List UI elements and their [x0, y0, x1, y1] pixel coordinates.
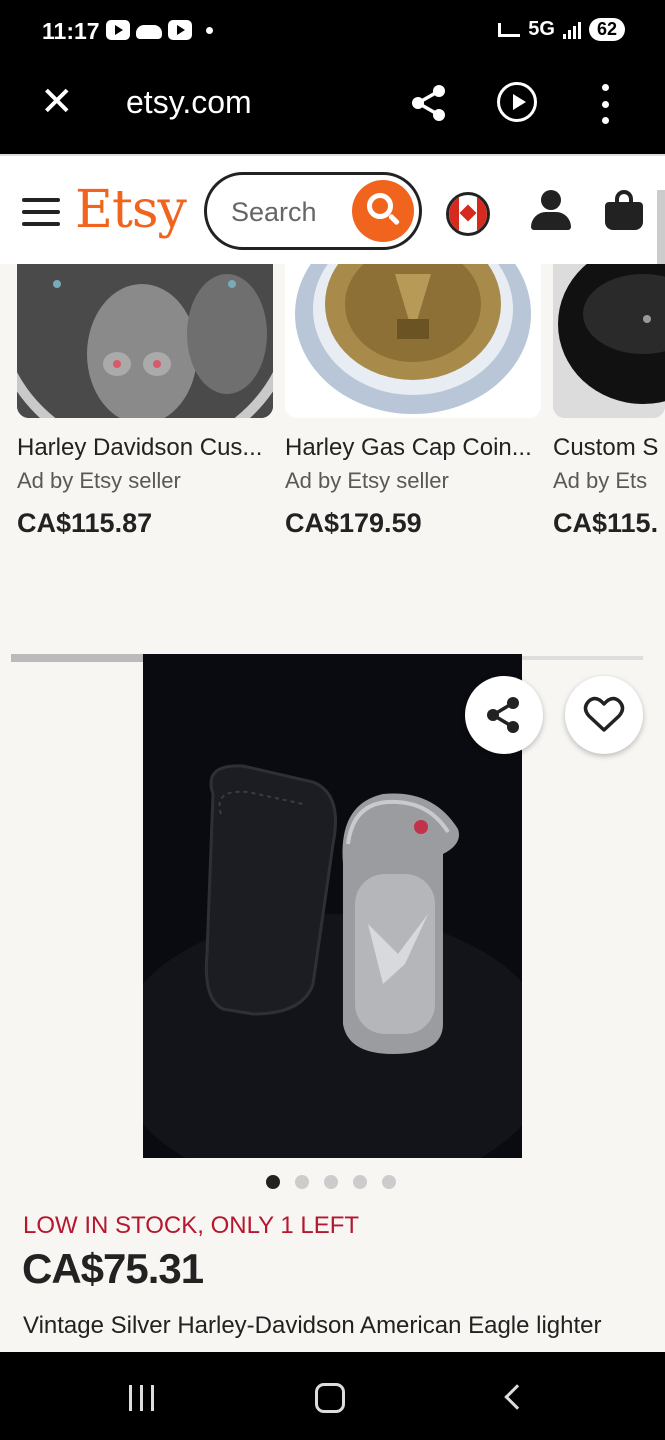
sleep-mode-icon: [498, 22, 521, 37]
pagination-dot[interactable]: [353, 1175, 367, 1189]
product-price: CA$75.31: [22, 1245, 204, 1292]
battery-icon: 62: [588, 18, 625, 41]
ad-carousel[interactable]: Harley Davidson Cus... Ad by Etsy seller…: [0, 264, 665, 554]
card-price: CA$115.87: [17, 508, 153, 538]
product-thumbnail[interactable]: [17, 264, 273, 418]
more-notifications-icon: [206, 26, 213, 34]
youtube-notification-icon: [168, 20, 192, 40]
system-status: 5G 62: [498, 18, 625, 41]
back-button[interactable]: [504, 1384, 530, 1410]
network-type: 5G: [528, 18, 555, 40]
youtube-notification-icon: [106, 20, 130, 40]
status-bar: 11:17 5G 62: [0, 0, 665, 64]
play-icon[interactable]: [497, 82, 537, 122]
canada-flag-icon[interactable]: [446, 192, 490, 236]
card-title: Custom S: [553, 434, 659, 461]
pagination-dot[interactable]: [324, 1175, 338, 1189]
image-pagination[interactable]: [266, 1175, 396, 1189]
system-navigation-bar: [0, 1352, 665, 1440]
cloud-notification-icon: [136, 25, 162, 39]
share-icon: [487, 697, 519, 733]
more-options-icon[interactable]: [598, 84, 612, 124]
card-title: Harley Gas Cap Coin...: [285, 434, 532, 461]
battery-level: 62: [596, 19, 617, 39]
card-title: Harley Davidson Cus...: [17, 434, 263, 461]
status-time: 11:17: [42, 18, 100, 44]
card-ad-label: Ad by Etsy seller: [285, 468, 449, 493]
card-ad-label: Ad by Ets: [553, 468, 648, 493]
etsy-header: Etsy Search: [0, 154, 665, 264]
browser-toolbar: ✕ etsy.com: [0, 64, 665, 154]
stock-notice: LOW IN STOCK, ONLY 1 LEFT: [23, 1212, 360, 1239]
search-placeholder: Search: [231, 197, 317, 227]
search-button[interactable]: [352, 180, 414, 242]
url-text[interactable]: etsy.com: [126, 84, 252, 121]
share-icon[interactable]: [408, 82, 450, 124]
share-button[interactable]: [465, 676, 543, 754]
heart-icon: [583, 696, 625, 732]
pagination-dot[interactable]: [295, 1175, 309, 1189]
product-thumbnail[interactable]: [285, 264, 541, 418]
account-icon[interactable]: [531, 190, 571, 230]
card-ad-label: Ad by Etsy seller: [17, 468, 181, 493]
signal-icon: [562, 21, 581, 39]
etsy-logo[interactable]: Etsy: [75, 180, 187, 240]
pagination-dot[interactable]: [266, 1175, 280, 1189]
product-title: Vintage Silver Harley-Davidson American …: [23, 1312, 602, 1339]
pagination-dot[interactable]: [382, 1175, 396, 1189]
carousel-card[interactable]: Custom S Ad by Ets CA$115.: [553, 264, 665, 539]
carousel-card[interactable]: Harley Davidson Cus... Ad by Etsy seller…: [17, 264, 273, 539]
menu-icon[interactable]: [22, 198, 60, 226]
product-thumbnail[interactable]: [553, 264, 665, 418]
notification-icons: [106, 20, 213, 40]
carousel-card[interactable]: Harley Gas Cap Coin... Ad by Etsy seller…: [285, 264, 541, 539]
close-icon[interactable]: ✕: [40, 82, 80, 124]
search-input[interactable]: Search: [204, 172, 422, 250]
card-price: CA$115.: [553, 508, 659, 538]
favorite-button[interactable]: [565, 676, 643, 754]
recent-apps-button[interactable]: [129, 1385, 154, 1411]
home-button[interactable]: [315, 1383, 345, 1413]
cart-icon[interactable]: [605, 190, 643, 230]
card-price: CA$179.59: [285, 508, 422, 538]
